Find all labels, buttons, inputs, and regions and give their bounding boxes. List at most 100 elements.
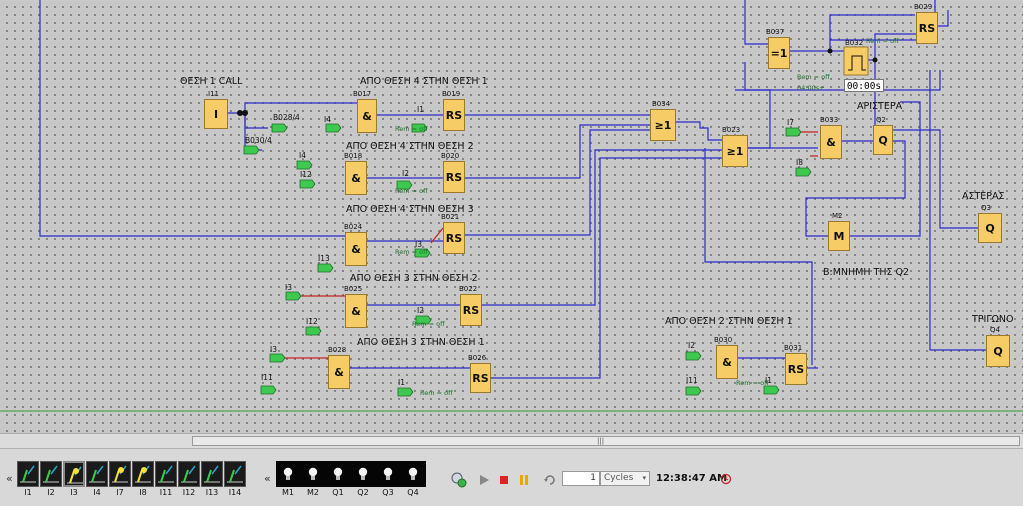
- play-icon[interactable]: [477, 473, 491, 487]
- switch-icon: [227, 465, 243, 483]
- diagram-canvas[interactable]: ΘΕΣΗ 1 CALL ΑΠΟ ΘΕΣΗ 4 ΣΤΗΝ ΘΕΣΗ 1 ΑΠΟ Θ…: [0, 0, 1023, 433]
- marker-block-M2[interactable]: M: [828, 221, 850, 251]
- input-switch-label: I2: [47, 488, 55, 497]
- cycles-unit-label: Cycles: [604, 473, 634, 483]
- switch-icon: [181, 465, 197, 483]
- input-switch-label: I1: [24, 488, 32, 497]
- input-switch-i1[interactable]: [17, 461, 39, 487]
- input-switch-label: I13: [205, 488, 219, 497]
- switch-icon: [67, 466, 83, 484]
- lamp-icon: [383, 467, 393, 480]
- caption-4-to-2: ΑΠΟ ΘΕΣΗ 4 ΣΤΗΝ ΘΕΣΗ 2: [346, 141, 474, 152]
- block-id-B026: B026: [468, 354, 487, 362]
- rs-block-B026[interactable]: RS: [470, 363, 491, 393]
- input-block-I11[interactable]: I: [204, 99, 228, 129]
- rs-block-B029[interactable]: RS: [916, 12, 938, 44]
- input-switch-label: I4: [93, 488, 101, 497]
- rs-block-B019[interactable]: RS: [443, 99, 465, 131]
- block-id-Q4: Q4: [990, 326, 1000, 334]
- block-id-B030: B030: [714, 336, 733, 344]
- output-block-Q2[interactable]: Q: [873, 125, 893, 155]
- input-label: I2: [688, 341, 695, 350]
- block-id-B025: B025: [344, 285, 363, 293]
- pause-icon[interactable]: [517, 473, 531, 487]
- input-label: I12: [306, 317, 318, 326]
- input-switch-i13[interactable]: [201, 461, 223, 487]
- rem-label: Rem = off: [395, 248, 428, 256]
- lamp-icon: [283, 467, 293, 480]
- input-switch-i2[interactable]: [40, 461, 62, 487]
- output-lamps-panel: [276, 461, 426, 487]
- block-id-B031: B031: [784, 344, 803, 352]
- timer-parameter: 04:00s+: [797, 84, 825, 92]
- simulation-network-icon[interactable]: [450, 471, 468, 489]
- caption-thesi1-call: ΘΕΣΗ 1 CALL: [180, 76, 243, 87]
- input-switch-label: I7: [116, 488, 124, 497]
- wiring-diagram: [0, 0, 1023, 412]
- scrollbar-thumb[interactable]: |||: [192, 436, 1020, 446]
- caption-trigono: ΤΡΙΓΩΝΟ: [972, 314, 1014, 325]
- rs-block-B022[interactable]: RS: [460, 294, 482, 326]
- input-label: I8: [796, 158, 803, 167]
- block-id-B017: B017: [353, 90, 372, 98]
- input-label: I11: [686, 376, 698, 385]
- input-switch-i7[interactable]: [109, 461, 131, 487]
- input-label: I3: [415, 240, 422, 249]
- input-label: I12: [300, 170, 312, 179]
- output-block-Q3[interactable]: Q: [978, 213, 1002, 243]
- block-id-B032: B032: [845, 39, 864, 47]
- block-id-B019: B019: [442, 90, 461, 98]
- rs-block-B021[interactable]: RS: [443, 222, 465, 254]
- caption-asteras: ΑΣΤΕΡΑΣ: [962, 191, 1005, 202]
- output-lamp-label: M1: [282, 488, 294, 497]
- input-switch-label: I8: [139, 488, 147, 497]
- and-block-B018[interactable]: &: [345, 161, 367, 195]
- rs-block-B031[interactable]: RS: [785, 353, 807, 385]
- clock-icon[interactable]: [720, 473, 732, 485]
- rem-label: Rem = off: [395, 125, 428, 133]
- switch-icon: [158, 465, 174, 483]
- and-block-B030[interactable]: &: [716, 345, 738, 379]
- caption-3-to-1: ΑΠΟ ΘΕΣΗ 3 ΣΤΗΝ ΘΕΣΗ 1: [357, 337, 485, 348]
- and-block-B025[interactable]: &: [345, 294, 367, 328]
- input-label: I4: [299, 151, 306, 160]
- or-block-B023[interactable]: ≥1: [722, 135, 748, 167]
- rem-label: Rem = off: [395, 187, 428, 195]
- input-label: I13: [318, 254, 330, 263]
- and-block-B033[interactable]: &: [820, 125, 842, 159]
- block-id-B020: B020: [441, 152, 460, 160]
- caption-3-to-2: ΑΠΟ ΘΕΣΗ 3 ΣΤΗΝ ΘΕΣΗ 2: [350, 273, 478, 284]
- cycle-step-icon[interactable]: [543, 473, 557, 487]
- block-id-B033: B033: [820, 116, 839, 124]
- rem-label: Rem = off: [736, 379, 769, 387]
- input-switch-i4[interactable]: [86, 461, 108, 487]
- input-switch-i8[interactable]: [132, 461, 154, 487]
- caption-aristera: ΑΡΙΣΤΕΡΑ: [857, 101, 903, 112]
- rs-block-B020[interactable]: RS: [443, 161, 465, 193]
- or-block-B034[interactable]: ≥1: [650, 109, 676, 141]
- input-switch-i14[interactable]: [224, 461, 246, 487]
- and-block-B024[interactable]: &: [345, 232, 367, 266]
- input-label: I4: [324, 115, 331, 124]
- and-block-B017[interactable]: &: [357, 99, 377, 133]
- output-block-Q4[interactable]: Q: [986, 335, 1010, 367]
- block-id-Q2: Q2: [876, 116, 886, 124]
- input-label: I1: [765, 376, 772, 385]
- xor-block-B037[interactable]: =1: [768, 37, 790, 69]
- chevron-down-icon: ▾: [642, 474, 646, 482]
- input-switch-i12[interactable]: [178, 461, 200, 487]
- collapse-outputs-icon[interactable]: «: [264, 473, 271, 485]
- cycles-count-input[interactable]: 1: [562, 471, 600, 486]
- block-id-B022: B022: [459, 285, 478, 293]
- horizontal-scrollbar[interactable]: |||: [0, 433, 1023, 448]
- cycles-unit-select[interactable]: Cycles ▾: [600, 471, 650, 486]
- switch-icon: [135, 465, 151, 483]
- input-switch-i3[interactable]: [63, 461, 85, 487]
- stop-icon[interactable]: [497, 473, 511, 487]
- collapse-inputs-icon[interactable]: «: [6, 473, 13, 485]
- lamp-icon: [333, 467, 343, 480]
- input-switch-i11[interactable]: [155, 461, 177, 487]
- and-block-B028[interactable]: &: [328, 355, 350, 389]
- lamp-icon: [408, 467, 418, 480]
- switch-icon: [43, 465, 59, 483]
